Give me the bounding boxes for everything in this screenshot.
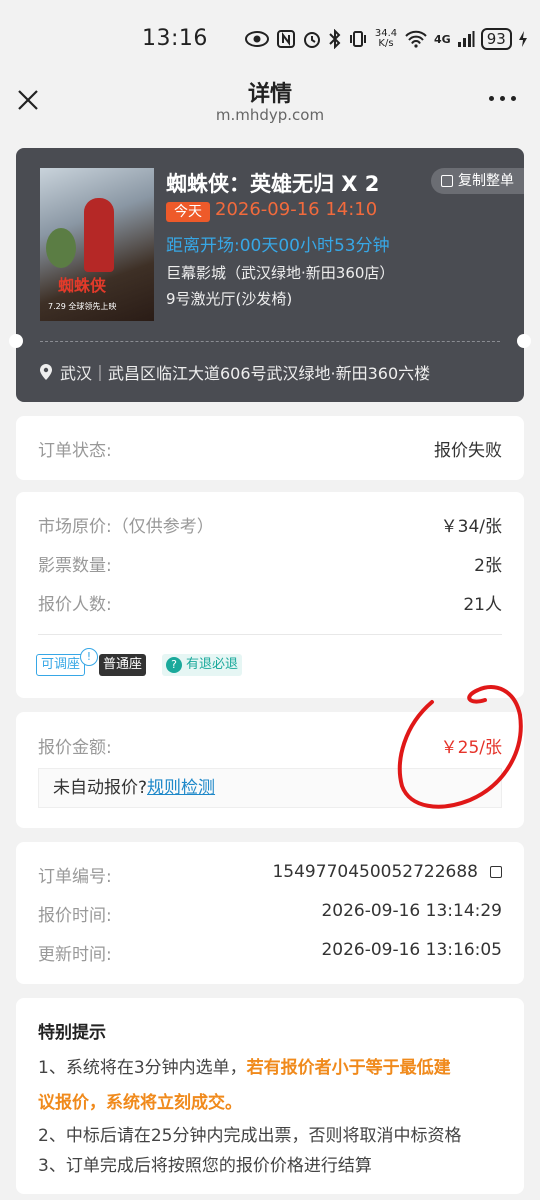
market-price-note: （仅供参考） [111, 517, 214, 537]
signal-icon [457, 31, 475, 47]
market-price-value: ￥34/张 [440, 517, 502, 537]
market-price-label-group: 市场原价:（仅供参考） [38, 512, 214, 537]
wifi-icon [405, 30, 427, 48]
alarm-icon [304, 32, 320, 48]
quote-time-value: 2026-09-16 13:14:29 [321, 901, 502, 921]
charging-icon [518, 31, 527, 47]
quote-card: 报价金额: ￥25/张 未自动报价?规则检测 [16, 712, 524, 828]
adjustable-seat-tag: 可调座 [36, 654, 86, 676]
movie-ticket-card: 蜘蛛侠 7.29 全球领先上映 蜘蛛侠：英雄无归 X 2 复制整单 今天 202… [9, 148, 531, 402]
poster-title: 蜘蛛侠 [58, 276, 107, 295]
ticket-qty-value: 2张 [474, 556, 502, 576]
normal-seat-tag: 普通座 [99, 654, 147, 676]
tip-1-text: 1、系统将在3分钟内选单， [38, 1058, 247, 1078]
market-price-label: 市场原价: [38, 517, 112, 537]
network-type: 4G [434, 32, 451, 46]
order-id-group: 1549770450052722688 [272, 862, 502, 887]
refund-tag: ? 有退必退 [162, 654, 243, 676]
today-badge: 今天 [166, 202, 210, 222]
tip-line-1b: 议报价，系统将立刻成交。 [38, 1086, 502, 1120]
special-tips-card: 特别提示 1、系统将在3分钟内选单，若有报价者小于等于最低建 议报价，系统将立刻… [16, 998, 524, 1194]
movie-poster: 蜘蛛侠 7.29 全球领先上映 [40, 168, 154, 321]
auto-quote-prompt: 未自动报价? [53, 778, 148, 798]
ticket-qty-label: 影票数量: [38, 556, 112, 576]
status-time: 13:16 [142, 26, 208, 51]
bidders-label: 报价人数: [38, 595, 112, 615]
hall-name: 9号激光厅(沙发椅) [166, 290, 293, 308]
status-icons: 34.4 K/s 4G 93 [244, 24, 528, 54]
update-time-value: 2026-09-16 13:16:05 [321, 940, 502, 960]
order-status-label: 订单状态: [38, 441, 112, 461]
order-meta-card: 订单编号: 1549770450052722688 报价时间: 2026-09-… [16, 842, 524, 984]
order-status-value: 报价失败 [434, 441, 502, 461]
price-info-card: 市场原价:（仅供参考） ￥34/张 影票数量: 2张 报价人数: 21人 可调座… [16, 492, 524, 698]
copy-order-label: 复制整单 [458, 173, 514, 189]
movie-title: 蜘蛛侠：英雄无归 X 2 [166, 172, 380, 196]
copy-order-button[interactable]: 复制整单 [431, 168, 524, 194]
cinema-address: 武汉｜武昌区临江大道606号武汉绿地·新田360六楼 [40, 360, 430, 384]
cinema-name: 巨幕影城（武汉绿地·新田360店） [166, 264, 395, 282]
order-status-card: 订单状态: 报价失败 [16, 416, 524, 480]
more-menu-icon[interactable] [489, 96, 516, 101]
location-pin-icon [40, 364, 52, 380]
showtime: 2026-09-16 14:10 [215, 199, 378, 220]
update-time-row: 更新时间: 2026-09-16 13:16:05 [38, 940, 502, 965]
market-price-row: 市场原价:（仅供参考） ￥34/张 [38, 512, 502, 537]
order-status-row: 订单状态: 报价失败 [38, 436, 502, 461]
refund-check-icon: ? [166, 657, 182, 673]
refund-tag-label: 有退必退 [186, 657, 239, 672]
update-time-label: 更新时间: [38, 945, 112, 965]
rule-check-link[interactable]: 规则检测 [147, 778, 215, 798]
tip-line-2: 2、中标后请在25分钟内完成出票，否则将取消中标资格 [38, 1126, 462, 1146]
order-id-label: 订单编号: [38, 867, 112, 887]
net-speed-unit: K/s [378, 38, 394, 49]
auto-quote-box: 未自动报价?规则检测 [38, 768, 502, 808]
quote-time-label: 报价时间: [38, 906, 112, 926]
quote-amount-value: ￥25/张 [440, 738, 502, 758]
battery-indicator: 93 [480, 28, 512, 50]
bidders-row: 报价人数: 21人 [38, 590, 502, 615]
tip-1-highlight-a: 若有报价者小于等于最低建 [246, 1058, 451, 1078]
quote-time-row: 报价时间: 2026-09-16 13:14:29 [38, 901, 502, 926]
quote-amount-row: 报价金额: ￥25/张 [38, 733, 502, 758]
tip-line-3: 3、订单完成后将按照您的报价价格进行结算 [38, 1156, 372, 1176]
copy-icon [441, 175, 453, 187]
ticket-divider [40, 341, 500, 342]
address-text: 武汉｜武昌区临江大道606号武汉绿地·新田360六楼 [60, 364, 431, 383]
price-divider [38, 634, 502, 635]
order-id-value: 1549770450052722688 [272, 862, 478, 882]
tips-title: 特别提示 [38, 1023, 106, 1043]
bluetooth-icon [329, 29, 341, 49]
page-url: m.mhdyp.com [215, 106, 325, 124]
countdown: 距离开场:00天00小时53分钟 [166, 236, 390, 256]
quote-amount-label: 报价金额: [38, 738, 112, 758]
tip-line-1: 1、系统将在3分钟内选单，若有报价者小于等于最低建 [38, 1051, 502, 1085]
eye-icon [245, 31, 269, 47]
order-id-row: 订单编号: 1549770450052722688 [38, 862, 502, 887]
page-title: 详情 [247, 82, 292, 107]
ticket-notch-right [517, 334, 531, 348]
ticket-notch-left [9, 334, 23, 348]
bidders-value: 21人 [463, 595, 502, 615]
tip-1-highlight-b: 议报价，系统将立刻成交。 [38, 1093, 242, 1113]
page-header: 详情 m.mhdyp.com [0, 72, 540, 134]
info-icon[interactable]: ! [80, 648, 98, 666]
copy-order-id-icon[interactable] [490, 866, 502, 878]
status-bar: 13:16 34.4 K/s 4G 93 [0, 0, 540, 72]
nfc-icon [277, 30, 295, 48]
vibrate-icon [350, 31, 366, 47]
poster-date: 7.29 全球领先上映 [48, 302, 117, 311]
net-speed: 34.4 K/s [374, 29, 398, 49]
ticket-qty-row: 影票数量: 2张 [38, 551, 502, 576]
